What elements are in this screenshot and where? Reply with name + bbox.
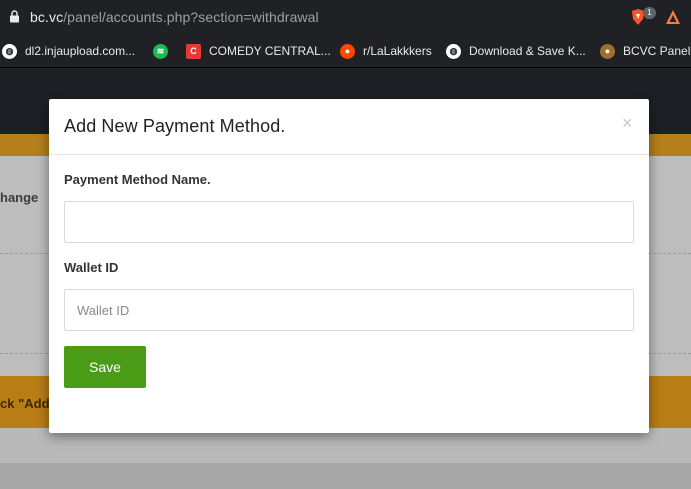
instruction-banner-text: ck "Add (0, 396, 50, 411)
bookmark-label: dl2.injaupload.com... (25, 44, 136, 58)
brave-rewards-icon[interactable] (665, 9, 681, 25)
save-button[interactable]: Save (64, 346, 146, 388)
bookmark-bcvc-panel[interactable]: ● BCVC Panel D (600, 34, 691, 68)
bcvc-icon: ● (600, 43, 615, 59)
bookmark-spotify[interactable]: ≋ (153, 34, 176, 68)
url-host: bc.vc (30, 9, 64, 25)
globe-icon: ◍ (446, 43, 461, 59)
bookmark-download-save[interactable]: ◍ Download & Save K... (446, 34, 586, 68)
bookmark-reddit[interactable]: ● r/LaLakkkers (340, 34, 432, 68)
url-path: /panel/accounts.php?section=withdrawal (63, 9, 319, 25)
modal-title: Add New Payment Method. (64, 116, 286, 136)
section-heading-partial: hange (0, 190, 39, 205)
wallet-id-label: Wallet ID (64, 260, 119, 275)
bookmark-label: BCVC Panel D (623, 44, 691, 58)
wallet-id-input[interactable] (64, 289, 634, 331)
bookmarks-bar: ◍ dl2.injaupload.com... ≋ C COMEDY CENTR… (0, 34, 691, 68)
bookmark-label: COMEDY CENTRAL... (209, 44, 331, 58)
comedy-central-icon: C (186, 43, 201, 59)
browser-url-bar: bc.vc/panel/accounts.php?section=withdra… (0, 0, 691, 34)
bookmark-label: r/LaLakkkers (363, 44, 432, 58)
payment-method-name-input[interactable] (64, 201, 634, 243)
page-footer-strip (0, 463, 691, 489)
bookmark-comedy-central[interactable]: C COMEDY CENTRAL... (186, 34, 331, 68)
address-bar[interactable]: bc.vc/panel/accounts.php?section=withdra… (30, 9, 319, 25)
add-payment-method-modal: Add New Payment Method. × Payment Method… (49, 99, 649, 433)
lock-icon[interactable] (9, 10, 20, 23)
bookmark-label: Download & Save K... (469, 44, 586, 58)
globe-icon: ◍ (2, 43, 17, 59)
modal-header: Add New Payment Method. × (49, 99, 649, 155)
reddit-icon: ● (340, 43, 355, 59)
extension-badge: 1 (643, 7, 656, 19)
payment-method-name-label: Payment Method Name. (64, 172, 211, 187)
close-icon[interactable]: × (622, 113, 633, 134)
spotify-icon: ≋ (153, 43, 168, 59)
bookmark-dl2[interactable]: ◍ dl2.injaupload.com... (2, 34, 135, 68)
